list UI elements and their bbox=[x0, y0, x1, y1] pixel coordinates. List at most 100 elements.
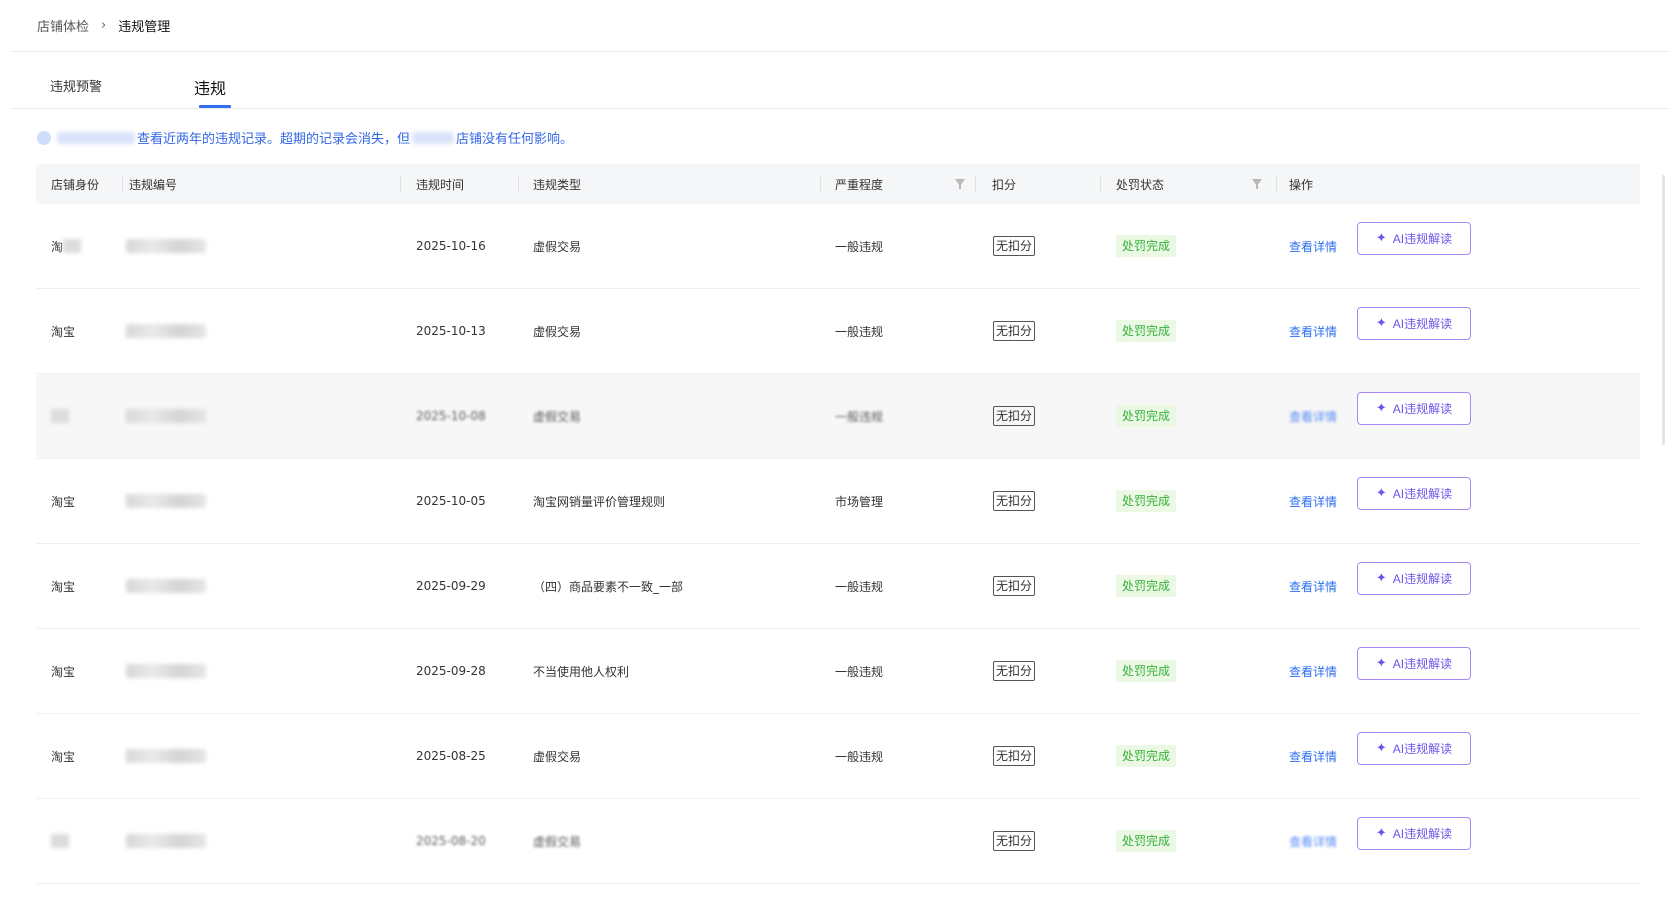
filter-icon[interactable] bbox=[955, 179, 965, 189]
tabs-divider bbox=[12, 108, 1668, 109]
cell-penalty-status: 处罚完成 bbox=[1116, 289, 1177, 373]
cell-violation-no bbox=[126, 544, 206, 628]
cell-actions: 查看详情 bbox=[1289, 374, 1337, 458]
cell-penalty-status: 处罚完成 bbox=[1116, 629, 1177, 713]
ai-interpret-button[interactable]: ✦ AI违规解读 bbox=[1357, 476, 1471, 510]
cell-actions: 查看详情 bbox=[1289, 459, 1337, 543]
view-detail-link[interactable]: 查看详情 bbox=[1289, 323, 1337, 340]
deduction-badge: 无扣分 bbox=[993, 491, 1036, 511]
view-detail-link[interactable]: 查看详情 bbox=[1289, 238, 1337, 255]
cell-penalty-status: 处罚完成 bbox=[1116, 459, 1177, 543]
ai-interpret-button[interactable]: ✦ AI违规解读 bbox=[1357, 646, 1471, 680]
violation-type: 虚假交易 bbox=[533, 324, 582, 339]
header-label: 店铺身份 bbox=[51, 177, 100, 192]
sparkle-icon: ✦ bbox=[1375, 825, 1387, 840]
table-row: 淘宝 2025-10-13 虚假交易 一般违规 无扣分 处罚完成 查看详情 ✦ … bbox=[36, 289, 1640, 374]
column-separator bbox=[122, 176, 123, 192]
table-row: 2025-10-08 虚假交易 一般违规 无扣分 处罚完成 查看详情 ✦ AI违… bbox=[36, 374, 1640, 459]
status-badge: 处罚完成 bbox=[1116, 235, 1177, 257]
cell-actions: 查看详情 bbox=[1289, 204, 1337, 288]
redacted-text bbox=[51, 409, 69, 423]
breadcrumb: 店铺体检 › 违规管理 bbox=[37, 14, 170, 36]
column-separator bbox=[975, 176, 976, 192]
column-separator bbox=[820, 176, 821, 192]
ai-interpret-button[interactable]: ✦ AI违规解读 bbox=[1357, 391, 1471, 425]
deduction-badge: 无扣分 bbox=[993, 576, 1036, 596]
cell-violation-type: 虚假交易 bbox=[533, 714, 581, 798]
ai-interpret-button[interactable]: ✦ AI违规解读 bbox=[1357, 221, 1471, 255]
redacted-text bbox=[412, 131, 455, 144]
table-body: 淘 2025-10-16 虚假交易 一般违规 无扣分 处罚完成 查看详情 ✦ A… bbox=[36, 204, 1640, 884]
ai-interpret-button[interactable]: ✦ AI违规解读 bbox=[1357, 306, 1471, 340]
view-detail-link[interactable]: 查看详情 bbox=[1289, 748, 1337, 765]
violation-type: 不当使用他人权利 bbox=[533, 664, 630, 679]
cell-ai: ✦ AI违规解读 bbox=[1357, 451, 1471, 535]
header-severity: 严重程度 bbox=[835, 164, 976, 204]
cell-shop-identity bbox=[51, 799, 69, 883]
cell-actions: 查看详情 bbox=[1289, 799, 1337, 883]
shop-identity-text: 淘宝 bbox=[51, 324, 76, 339]
deduction-badge: 无扣分 bbox=[993, 321, 1036, 341]
severity-text: 市场管理 bbox=[835, 494, 884, 509]
tab-violation-warning[interactable]: 违规预警 bbox=[50, 76, 102, 95]
header-violation-no: 违规编号 bbox=[129, 164, 401, 204]
cell-shop-identity: 淘宝 bbox=[51, 289, 75, 373]
cell-penalty-status: 处罚完成 bbox=[1116, 204, 1177, 288]
header-violation-time: 违规时间 bbox=[416, 164, 519, 204]
violation-management-page: 店铺体检 › 违规管理 违规预警 违规 查看近两年的违规记录。超期的记录会消失，… bbox=[0, 0, 1668, 917]
table-row: 淘宝 2025-08-25 虚假交易 一般违规 无扣分 处罚完成 查看详情 ✦ … bbox=[36, 714, 1640, 799]
severity-text: 一般违规 bbox=[835, 664, 884, 679]
tab-violation[interactable]: 违规 bbox=[194, 75, 226, 99]
ai-interpret-label: AI违规解读 bbox=[1392, 316, 1453, 331]
notice-text-part-1: 查看近两年的违规记录。超期的记录会消失，但 bbox=[137, 132, 411, 147]
cell-deduction: 无扣分 bbox=[993, 714, 1036, 798]
violation-type: 虚假交易 bbox=[533, 834, 582, 849]
table-row: 淘宝 2025-10-05 淘宝网销量评价管理规则 市场管理 无扣分 处罚完成 … bbox=[36, 459, 1640, 544]
table-row: 淘 2025-10-16 虚假交易 一般违规 无扣分 处罚完成 查看详情 ✦ A… bbox=[36, 204, 1640, 289]
cell-severity: 一般违规 bbox=[835, 629, 883, 713]
filter-icon[interactable] bbox=[1252, 179, 1262, 189]
header-label: 严重程度 bbox=[835, 177, 884, 192]
cell-violation-type: 虚假交易 bbox=[533, 799, 581, 883]
severity-text: 一般违规 bbox=[835, 579, 884, 594]
view-detail-link[interactable]: 查看详情 bbox=[1289, 493, 1337, 510]
shop-identity-text: 淘宝 bbox=[51, 494, 76, 509]
shop-identity-text: 淘宝 bbox=[51, 749, 76, 764]
sparkle-icon: ✦ bbox=[1375, 485, 1387, 500]
breadcrumb-shop-checkup[interactable]: 店铺体检 bbox=[37, 16, 89, 35]
header-label: 处罚状态 bbox=[1116, 177, 1165, 192]
redacted-violation-id bbox=[126, 409, 206, 423]
notice-text-part-2: 店铺没有任何影响。 bbox=[456, 132, 574, 147]
cell-actions: 查看详情 bbox=[1289, 289, 1337, 373]
deduction-badge: 无扣分 bbox=[993, 236, 1036, 256]
ai-interpret-button[interactable]: ✦ AI违规解读 bbox=[1357, 731, 1471, 765]
shop-identity-text: 淘宝 bbox=[51, 664, 76, 679]
ai-interpret-button[interactable]: ✦ AI违规解读 bbox=[1357, 561, 1471, 595]
cell-severity: 一般违规 bbox=[835, 204, 883, 288]
view-detail-link[interactable]: 查看详情 bbox=[1289, 833, 1337, 850]
status-badge: 处罚完成 bbox=[1116, 490, 1177, 512]
cell-severity: 一般违规 bbox=[835, 714, 883, 798]
cell-deduction: 无扣分 bbox=[993, 799, 1036, 883]
status-badge: 处罚完成 bbox=[1116, 660, 1177, 682]
status-badge: 处罚完成 bbox=[1116, 405, 1177, 427]
sparkle-icon: ✦ bbox=[1375, 740, 1387, 755]
status-badge: 处罚完成 bbox=[1116, 320, 1177, 342]
cell-shop-identity: 淘宝 bbox=[51, 544, 75, 628]
cell-ai: ✦ AI违规解读 bbox=[1357, 791, 1471, 875]
view-detail-link[interactable]: 查看详情 bbox=[1289, 578, 1337, 595]
redacted-text bbox=[57, 131, 135, 144]
cell-actions: 查看详情 bbox=[1289, 629, 1337, 713]
deduction-badge: 无扣分 bbox=[993, 746, 1036, 766]
severity-text: 一般违规 bbox=[835, 239, 884, 254]
cell-penalty-status: 处罚完成 bbox=[1116, 799, 1177, 883]
view-detail-link[interactable]: 查看详情 bbox=[1289, 663, 1337, 680]
redacted-text bbox=[63, 239, 82, 253]
view-detail-link[interactable]: 查看详情 bbox=[1289, 408, 1337, 425]
cell-violation-no bbox=[126, 459, 206, 543]
ai-interpret-button[interactable]: ✦ AI违规解读 bbox=[1357, 816, 1471, 850]
cell-shop-identity: 淘宝 bbox=[51, 459, 75, 543]
scrollbar[interactable] bbox=[1662, 175, 1665, 445]
cell-deduction: 无扣分 bbox=[993, 544, 1036, 628]
ai-interpret-label: AI违规解读 bbox=[1392, 741, 1453, 756]
